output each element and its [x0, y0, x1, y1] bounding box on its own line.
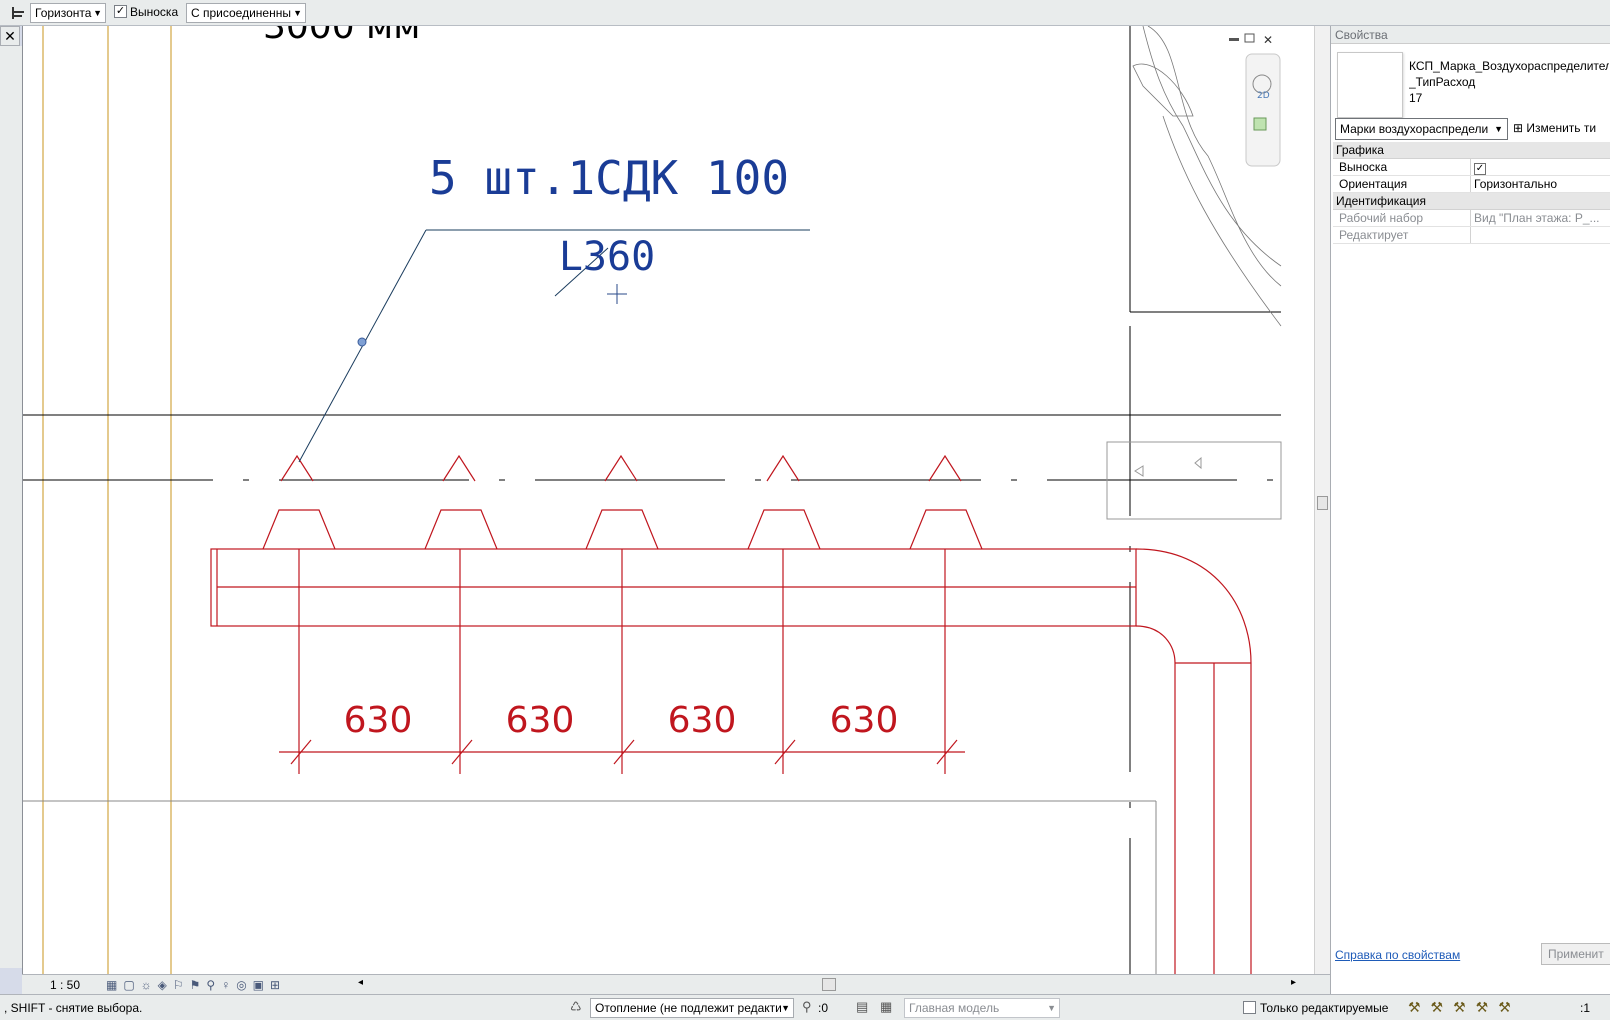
options-bar: Горизонта ▼ ✓ Выноска С присоединенны ▼ [0, 0, 1610, 26]
edit-type-button[interactable]: ⊞ Изменить ти [1513, 118, 1596, 140]
editing-requests-count: :0 [818, 1001, 829, 1015]
diffuser-4 [747, 454, 821, 774]
type-selector-dropdown[interactable]: Марки воздухораспредели ▼ [1335, 118, 1508, 140]
scroll-left-icon[interactable]: ◂ [358, 977, 363, 988]
status-message: , SHIFT - снятие выбора. [4, 1001, 143, 1015]
diffuser-1 [262, 454, 336, 774]
properties-title: Свойства [1331, 26, 1610, 44]
group-graphics[interactable]: Графика [1333, 142, 1610, 159]
editable-only-checkbox[interactable] [1243, 1001, 1256, 1014]
diffuser-5 [909, 454, 983, 774]
horizontal-scroll-thumb[interactable] [822, 978, 836, 991]
floor-plan-drawing: 630 630 630 630 5 шт.1СДК 100 L360 3000 … [23, 26, 1282, 974]
tag-line-1: 5 шт.1СДК 100 [429, 151, 789, 205]
property-key: Выноска [1333, 159, 1471, 175]
edit-type-icon: ⊞ [1513, 121, 1527, 135]
scroll-right-icon[interactable]: ▸ [1291, 977, 1296, 988]
leader-checkbox[interactable]: ✓ [114, 5, 127, 18]
minimize-icon [1229, 38, 1239, 41]
properties-palette: Свойства КСП_Марка_Воздухораспределитель… [1330, 26, 1610, 994]
properties-help-link[interactable]: Справка по свойствам [1335, 948, 1460, 962]
tag-orientation-icon [12, 7, 24, 19]
property-value[interactable]: Горизонтально [1471, 176, 1610, 192]
diffuser-2 [424, 454, 498, 774]
chevron-down-icon: ▼ [1047, 1003, 1056, 1013]
active-workset-value: Отопление (не подлежит редакти [595, 1001, 782, 1015]
property-value [1471, 227, 1610, 243]
property-row-orientation[interactable]: Ориентация Горизонтально [1333, 176, 1610, 193]
dimension-text-4: 630 [830, 700, 899, 741]
attached-end-dropdown[interactable]: С присоединенны ▼ [186, 3, 306, 23]
group-identification[interactable]: Идентификация [1333, 193, 1610, 210]
apply-button[interactable]: Применит [1541, 943, 1610, 965]
close-view-button[interactable]: ✕ [0, 26, 20, 46]
add-to-set-icon[interactable]: ▦ [880, 999, 892, 1015]
view-scale[interactable]: 1 : 50 [50, 978, 80, 992]
property-value: Вид "План этажа: Р_... [1474, 211, 1600, 225]
dimension-text-3: 630 [668, 700, 737, 741]
attached-end-dropdown-value: С присоединенны [191, 6, 291, 20]
tag-line-2: L360 [559, 234, 655, 280]
worksets-icon[interactable]: ♺ [570, 999, 582, 1015]
property-key: Рабочий набор [1333, 210, 1471, 226]
view-control-icons[interactable]: ▦▢☼◈⚐⚑⚲♀◎▣⊞ [106, 978, 286, 992]
zoom-region-icon [1253, 117, 1267, 131]
property-row-edited-by: Редактирует [1333, 227, 1610, 244]
status-bar: , SHIFT - снятие выбора. ♺ Отопление (не… [0, 994, 1610, 1020]
property-key: Редактирует [1333, 227, 1471, 243]
dimension-text-2: 630 [506, 700, 575, 741]
property-key: Ориентация [1333, 176, 1471, 192]
edit-type-label: Изменить ти [1526, 121, 1597, 135]
chevron-down-icon: ▼ [781, 1003, 790, 1013]
navigation-bar [1245, 53, 1281, 167]
type-name: КСП_Марка_Воздухораспределитель _ТипРасх… [1409, 59, 1609, 105]
move-cursor-icon [607, 284, 627, 304]
diffuser-3 [585, 454, 659, 774]
filter-count: :1 [1580, 1001, 1591, 1015]
partial-dimension-text: 3000 мм [263, 26, 420, 47]
orientation-dropdown-value: Горизонта [35, 6, 92, 20]
view-window-controls: ✕ [1229, 33, 1273, 47]
dimension-text-1: 630 [344, 700, 413, 741]
type-preview-image [1337, 52, 1403, 118]
orientation-dropdown[interactable]: Горизонта ▼ [30, 3, 106, 23]
scroll-thumb[interactable] [1317, 496, 1328, 510]
chevron-down-icon: ▼ [1494, 124, 1503, 134]
editing-requests-icon[interactable]: ⚲ [802, 999, 812, 1015]
chevron-down-icon: ▼ [93, 8, 102, 18]
editable-only-label: Только редактируемые [1260, 1001, 1389, 1015]
svg-text:2D: 2D [1257, 91, 1270, 101]
view-left-strip [0, 46, 22, 968]
close-icon: ✕ [1263, 33, 1273, 47]
drawing-canvas[interactable]: 630 630 630 630 5 шт.1СДК 100 L360 3000 … [22, 26, 1314, 974]
design-option-value: Главная модель [909, 1001, 1000, 1015]
restore-icon [1244, 33, 1255, 43]
vertical-scrollbar[interactable] [1314, 26, 1330, 974]
chevron-down-icon: ▼ [293, 8, 302, 18]
design-option-dropdown[interactable]: Главная модель ▼ [904, 998, 1060, 1018]
property-row-leader[interactable]: Выноска ✓ [1333, 159, 1610, 176]
design-options-icon[interactable]: ▤ [856, 999, 868, 1015]
view-control-bar: 1 : 50 ▦▢☼◈⚐⚑⚲♀◎▣⊞ ◂ ▸ [22, 974, 1330, 994]
leader-label: Выноска [130, 5, 179, 19]
active-workset-dropdown[interactable]: Отопление (не подлежит редакти ▼ [590, 998, 794, 1018]
leader-property-checkbox[interactable]: ✓ [1474, 163, 1486, 175]
selection-filter-icons[interactable]: ⚒⚒⚒⚒⚒ [1408, 999, 1521, 1016]
properties-grid: Графика Выноска ✓ Ориентация Горизонталь… [1333, 142, 1610, 244]
property-row-workset: Рабочий набор Вид "План этажа: Р_... [1333, 210, 1610, 227]
type-selector-value: Марки воздухораспредели [1340, 122, 1489, 136]
